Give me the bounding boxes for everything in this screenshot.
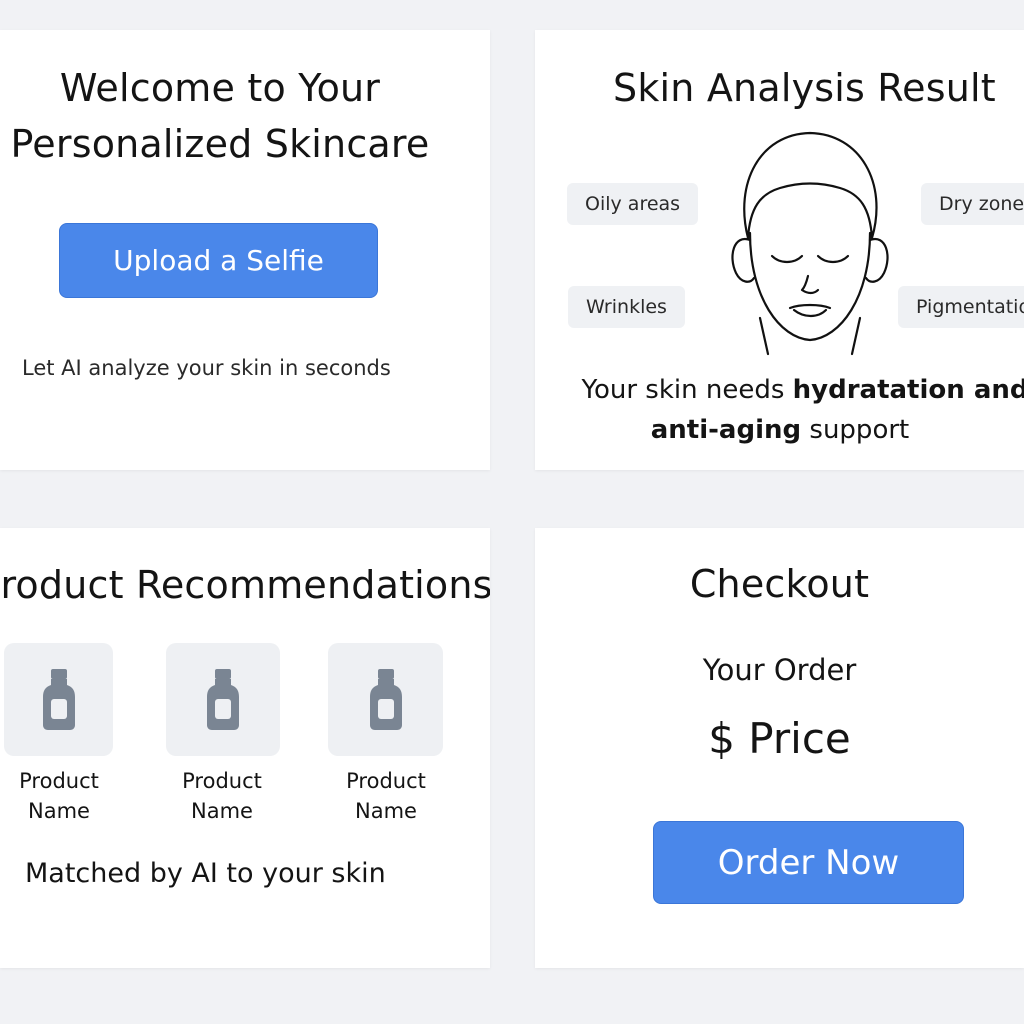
product-name-line2: Name bbox=[28, 799, 90, 823]
product-name-line2: Name bbox=[355, 799, 417, 823]
product-name-3[interactable]: Product Name bbox=[326, 766, 446, 826]
summary-bold-hydration: hydratation and bbox=[792, 375, 1024, 405]
chip-oily-areas: Oily areas bbox=[567, 183, 699, 225]
product-name-line2: Name bbox=[191, 799, 253, 823]
welcome-card: Welcome to Your Personalized Skincare Up… bbox=[0, 30, 490, 470]
chip-wrinkles: Wrinkles bbox=[568, 286, 685, 328]
bottle-icon bbox=[42, 668, 75, 730]
summary-prefix: Your skin needs bbox=[581, 375, 793, 405]
price-value: $ Price bbox=[708, 714, 851, 763]
upload-selfie-button[interactable]: Upload a Selfie bbox=[59, 223, 378, 298]
checkout-title: Checkout bbox=[689, 562, 870, 606]
skin-analysis-card: Skin Analysis Result Oily areas Dry zone… bbox=[535, 30, 1024, 470]
product-name-2[interactable]: Product Name bbox=[162, 766, 282, 826]
product-name-line1: Product bbox=[19, 769, 99, 793]
recommendations-card: Product Recommendations Product Name Pro… bbox=[0, 528, 490, 968]
analysis-title: Skin Analysis Result bbox=[613, 66, 996, 110]
product-tile-1[interactable] bbox=[4, 643, 113, 756]
face-illustration-icon bbox=[731, 131, 889, 356]
order-label: Your Order bbox=[702, 653, 857, 687]
welcome-title-line2: Personalized Skincare bbox=[10, 122, 430, 166]
chip-pigmentation: Pigmentation bbox=[898, 286, 1024, 328]
product-name-line1: Product bbox=[182, 769, 262, 793]
app-screen: Welcome to Your Personalized Skincare Up… bbox=[0, 0, 1024, 1024]
recommendations-title: Product Recommendations bbox=[0, 563, 490, 607]
welcome-subtitle: Let AI analyze your skin in seconds bbox=[22, 356, 391, 380]
checkout-card: Checkout Your Order $ Price Order Now bbox=[535, 528, 1024, 968]
bottle-icon bbox=[369, 668, 402, 730]
summary-bold-antiaging: anti-aging bbox=[650, 415, 802, 445]
product-tile-2[interactable] bbox=[166, 643, 280, 756]
product-name-1[interactable]: Product Name bbox=[0, 766, 119, 826]
analysis-summary-line2: anti-aging support bbox=[535, 410, 1024, 450]
order-now-button[interactable]: Order Now bbox=[653, 821, 964, 904]
bottle-icon bbox=[207, 668, 239, 730]
product-name-line1: Product bbox=[346, 769, 426, 793]
welcome-title-line1: Welcome to Your bbox=[59, 66, 381, 110]
product-tile-3[interactable] bbox=[328, 643, 443, 756]
analysis-summary-line1: Your skin needs hydratation and bbox=[535, 370, 1024, 410]
recommendations-caption: Matched by AI to your skin bbox=[25, 858, 386, 889]
summary-suffix: support bbox=[801, 415, 910, 445]
chip-dry-zones: Dry zones bbox=[921, 183, 1024, 225]
